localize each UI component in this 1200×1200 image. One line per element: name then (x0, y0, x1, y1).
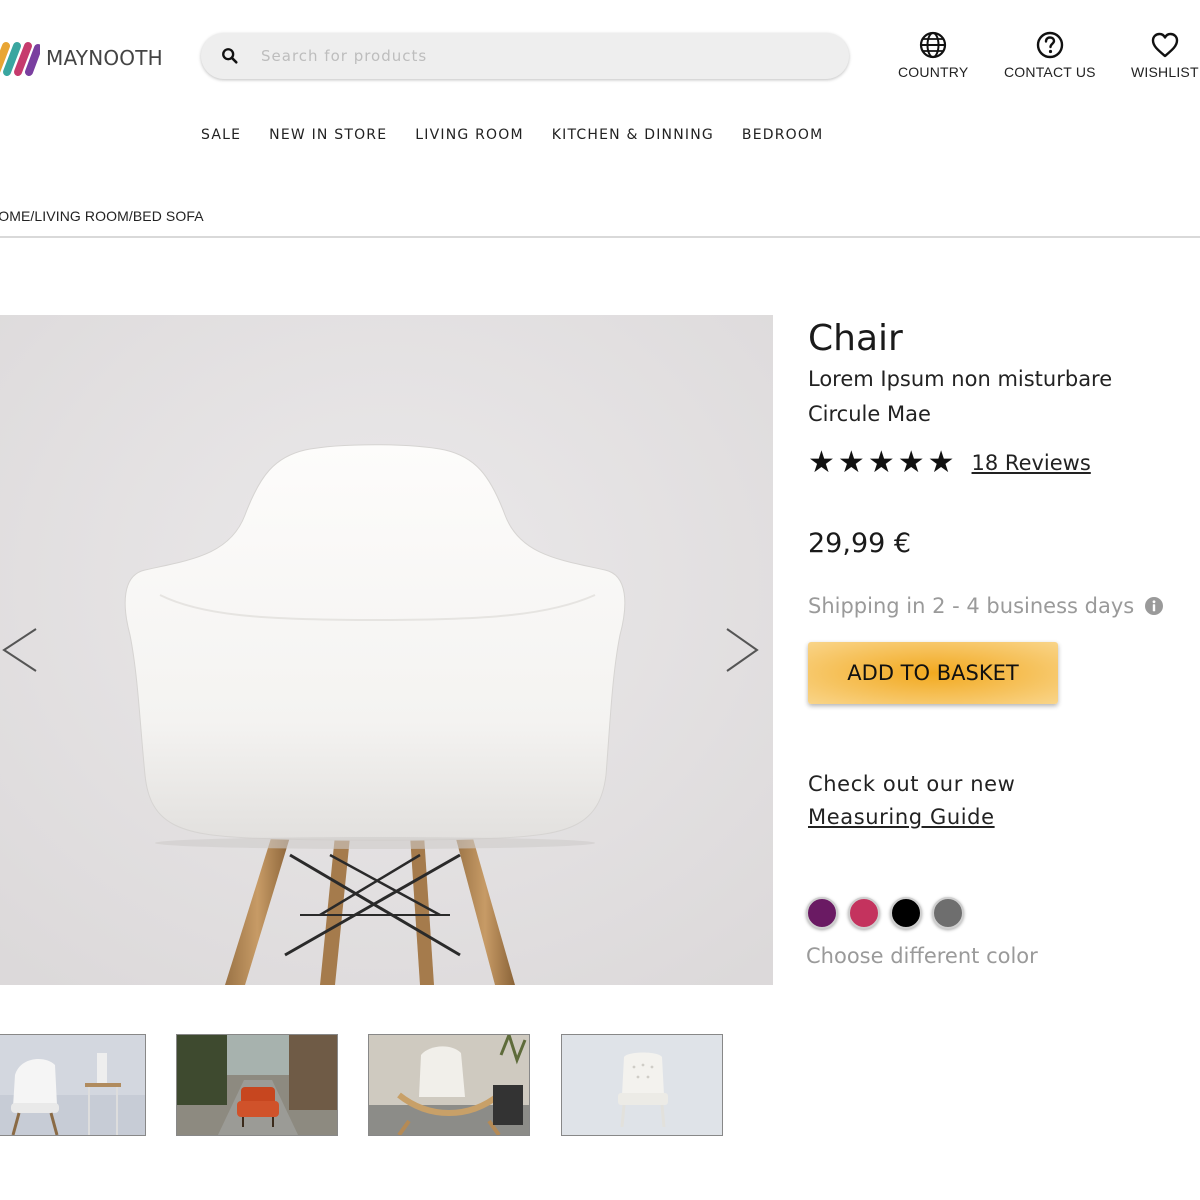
thumb-red-armchair-icon (177, 1035, 337, 1135)
thumb-white-wooden-chair-icon (369, 1035, 529, 1135)
brand-logo[interactable]: MAYNOOTH (0, 36, 163, 80)
search-input[interactable] (259, 46, 823, 66)
product-price: 29,99 € (808, 528, 912, 559)
wishlist-button[interactable]: WISHLIST (1131, 30, 1199, 80)
product-main-image (0, 315, 773, 985)
color-swatches (806, 897, 974, 929)
product-title: Chair (808, 318, 903, 359)
main-nav: SALE NEW IN STORE LIVING ROOM KITCHEN & … (201, 127, 851, 143)
contact-us-label: CONTACT US (1004, 64, 1096, 80)
country-label: COUNTRY (898, 64, 969, 80)
color-swatch-black[interactable] (890, 897, 922, 929)
thumbnail-4[interactable] (561, 1034, 723, 1136)
heart-icon (1151, 32, 1179, 58)
search-icon[interactable] (221, 47, 239, 65)
rating-stars: ★ ★ ★ ★ ★ 18 Reviews (808, 448, 1091, 478)
color-swatch-grey[interactable] (932, 897, 964, 929)
color-swatch-raspberry[interactable] (848, 897, 880, 929)
chair-photo (0, 315, 773, 985)
star-icon: ★ (808, 445, 835, 480)
product-subtitle: Lorem Ipsum non misturbare Circule Mae (808, 367, 1113, 426)
logo-icon (0, 42, 40, 76)
add-to-basket-button[interactable]: ADD TO BASKET (808, 642, 1058, 704)
thumbnail-2[interactable] (176, 1034, 338, 1136)
color-swatch-purple[interactable] (806, 897, 838, 929)
nav-new-in-store[interactable]: NEW IN STORE (269, 127, 387, 143)
breadcrumb[interactable]: HOME/LIVING ROOM/BED SOFA (0, 208, 204, 224)
help-circle-icon (1036, 31, 1064, 59)
info-icon[interactable] (1144, 596, 1164, 616)
choose-color-label: Choose different color (806, 944, 1038, 968)
brand-name: MAYNOOTH (46, 46, 163, 70)
star-icon: ★ (897, 445, 925, 480)
nav-sale[interactable]: SALE (201, 127, 241, 143)
star-icon: ★ (867, 445, 895, 480)
nav-kitchen-dinning[interactable]: KITCHEN & DINNING (552, 127, 714, 143)
measuring-guide-block: Check out our new Measuring Guide (808, 768, 1015, 834)
header-divider (0, 236, 1200, 238)
globe-icon (920, 31, 947, 59)
country-button[interactable]: COUNTRY (898, 30, 968, 80)
thumb-white-chair-icon (0, 1035, 145, 1135)
next-image-arrow-icon[interactable] (723, 625, 763, 675)
guide-text: Check out our new (808, 772, 1016, 796)
thumbnail-3[interactable] (368, 1034, 530, 1136)
search-bar (201, 33, 849, 79)
contact-us-button[interactable]: CONTACT US (1004, 30, 1096, 80)
reviews-link[interactable]: 18 Reviews (972, 451, 1091, 475)
wishlist-label: WISHLIST (1131, 64, 1199, 80)
shipping-info: Shipping in 2 - 4 business days (808, 594, 1164, 618)
star-icon: ★ (837, 445, 865, 480)
nav-bedroom[interactable]: BEDROOM (742, 127, 823, 143)
shipping-text: Shipping in 2 - 4 business days (808, 594, 1135, 618)
nav-living-room[interactable]: LIVING ROOM (415, 127, 523, 143)
thumbnail-1[interactable] (0, 1034, 146, 1136)
measuring-guide-link[interactable]: Measuring Guide (808, 801, 1015, 834)
thumb-white-tufted-chair-icon (562, 1035, 722, 1135)
prev-image-arrow-icon[interactable] (0, 625, 40, 675)
star-icon: ★ (927, 445, 955, 480)
